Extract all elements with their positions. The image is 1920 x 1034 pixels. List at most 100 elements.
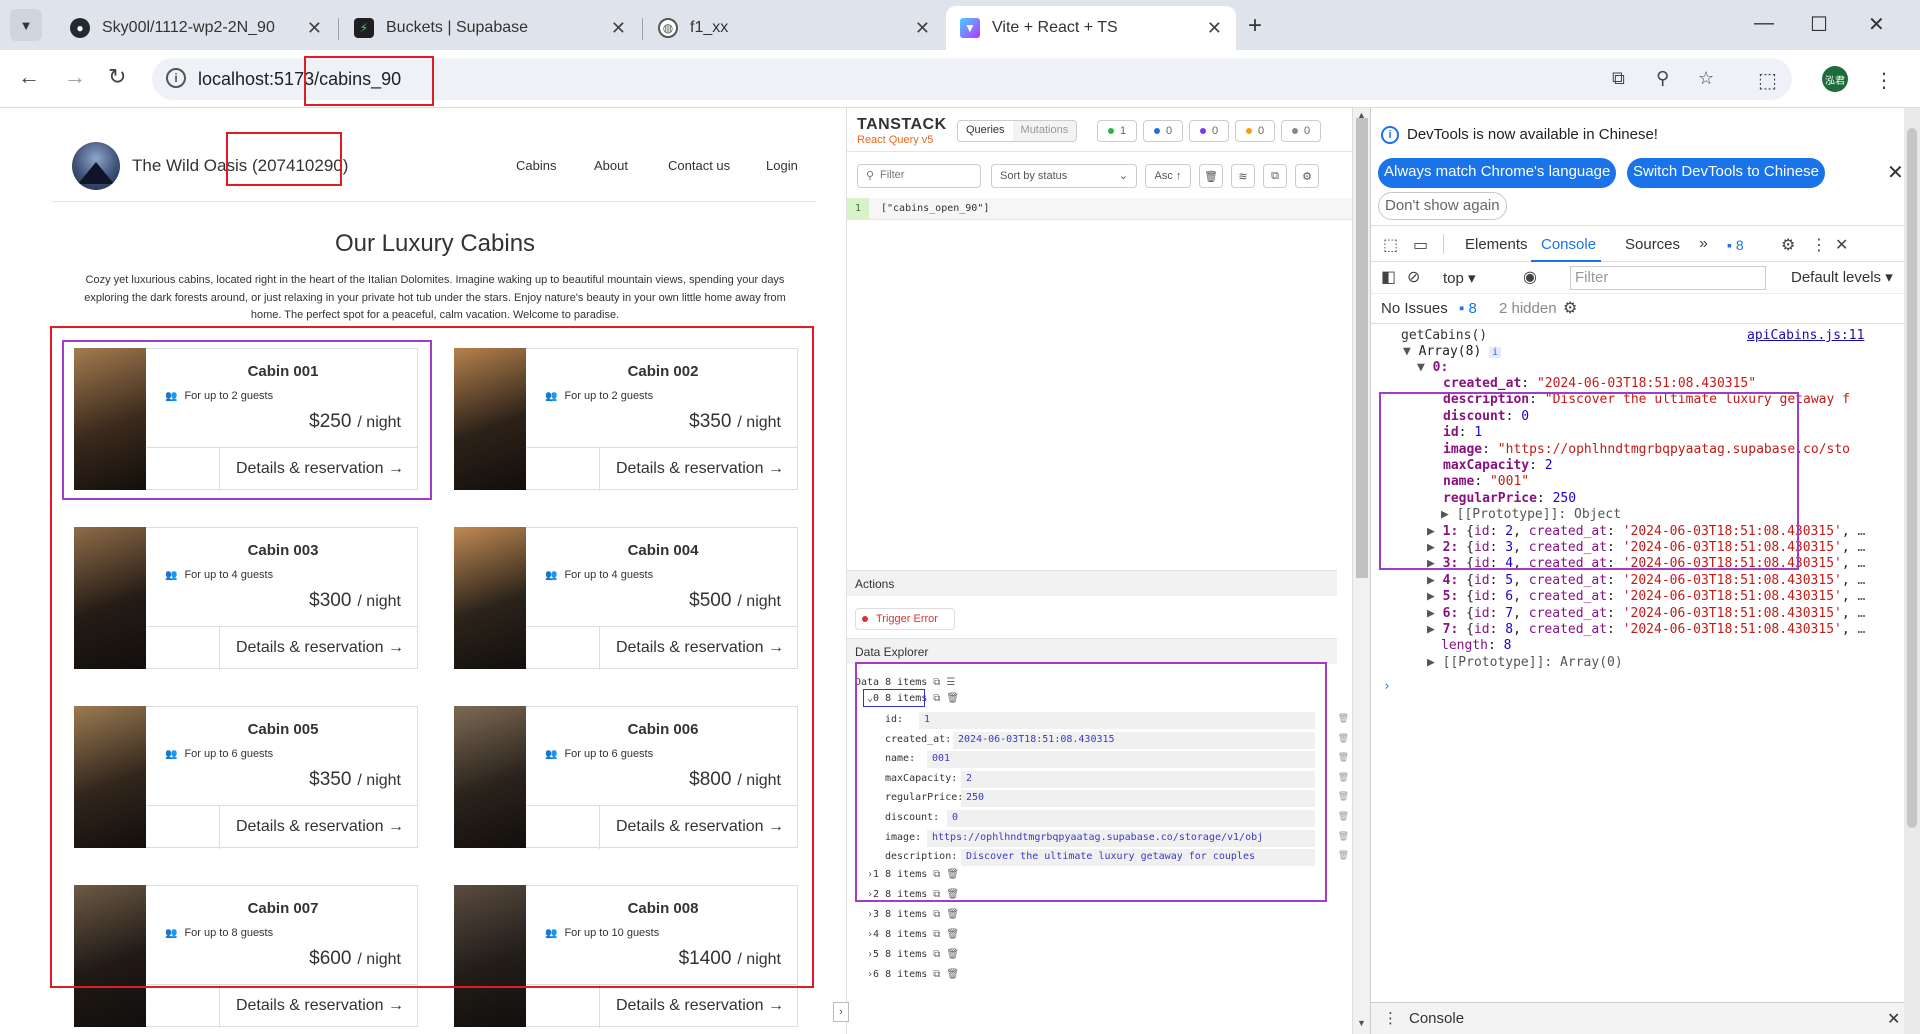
array-item-row[interactable]: ▶ 6: {id: 7, created_at: '2024-06-03T18:… [1427,606,1865,621]
more-options-icon[interactable]: ⋮ [1811,235,1827,255]
trash-icon[interactable]: 🗑 [1338,851,1349,861]
array-header[interactable]: ▼ Array(8) i [1403,344,1502,359]
wifi-icon[interactable]: ≋ [1231,164,1255,188]
array-item-row[interactable]: ▶ 7: {id: 8, created_at: '2024-06-03T18:… [1427,622,1865,637]
console-prompt[interactable]: › [1383,679,1391,694]
trash-icon[interactable]: 🗑 [1338,792,1349,802]
new-tab-button[interactable]: + [1248,12,1262,40]
translate-icon[interactable]: ⧉ [1612,68,1625,89]
copy-icon[interactable]: ⧉ [933,949,940,960]
minimize-icon[interactable]: — [1754,12,1774,35]
copy-icon[interactable]: ⧉ [933,929,940,940]
nav-contact[interactable]: Contact us [668,158,730,173]
extensions-icon[interactable]: ⬚ [1758,68,1777,93]
data-item-row[interactable]: › 5 8 items ⧉ 🗑 [867,947,959,963]
trash-icon[interactable]: 🗑 [946,909,959,920]
rq-query-row[interactable]: 1 ["cabins_open_90"] [847,198,1352,220]
array-item-row[interactable]: ▶ 5: {id: 6, created_at: '2024-06-03T18:… [1427,589,1865,604]
rq-scrollbar[interactable]: ▲ ▼ [1352,108,1370,1034]
forward-icon[interactable]: → [64,64,86,90]
rq-sort-select[interactable]: Sort by status ⌄ [991,164,1137,188]
trash-icon[interactable]: 🗑 [1199,164,1223,188]
console-filter-input[interactable]: Filter [1570,266,1766,290]
sidebar-toggle-icon[interactable]: ◧ [1381,267,1396,287]
nav-login[interactable]: Login [766,158,798,173]
tab-search-button[interactable]: ▼ [10,9,42,41]
nav-about[interactable]: About [594,158,628,173]
tab-supabase[interactable]: ⚡ Buckets | Supabase ✕ [340,6,640,50]
tab-queries[interactable]: Queries [958,121,1013,141]
tab-mutations[interactable]: Mutations [1012,121,1077,141]
scroll-thumb[interactable] [1356,118,1368,578]
data-item-row[interactable]: › 3 8 items ⧉ 🗑 [867,907,959,923]
details-reservation-link[interactable]: Details & reservation → [616,997,784,1015]
devtools-scrollbar[interactable] [1904,108,1920,1034]
tab-console[interactable]: Console [1541,236,1596,253]
trigger-error-button[interactable]: Trigger Error [855,608,955,630]
tab-elements[interactable]: Elements [1465,236,1528,253]
match-language-button[interactable]: Always match Chrome's language [1378,158,1617,188]
tab-f1[interactable]: ◍ f1_xx ✕ [644,6,944,50]
switch-chinese-button[interactable]: Switch DevTools to Chinese [1627,158,1825,188]
settings-icon[interactable]: ⚙ [1295,164,1319,188]
trash-icon[interactable]: 🗑 [1338,832,1349,842]
data-item-row[interactable]: › 6 8 items ⧉ 🗑 [867,967,959,983]
close-icon[interactable]: ✕ [915,18,930,39]
trash-icon[interactable]: 🗑 [946,929,959,940]
window-close-icon[interactable]: ✕ [1868,12,1885,37]
copy-icon[interactable]: ⧉ [933,909,940,920]
eye-icon[interactable]: ◉ [1523,267,1537,287]
close-icon[interactable]: ✕ [307,18,322,39]
device-toolbar-icon[interactable]: ▭ [1413,235,1428,255]
rq-order-button[interactable]: Asc ↑ [1145,164,1191,188]
tab-sources[interactable]: Sources [1625,236,1680,253]
reload-icon[interactable]: ↻ [108,64,126,90]
context-select[interactable]: top ▾ [1443,269,1476,287]
menu-icon[interactable]: ⋮ [1874,68,1894,93]
site-info-icon[interactable]: i [166,68,186,88]
index-0-header[interactable]: ▼ 0: [1417,360,1448,375]
settings-icon[interactable]: ⚙ [1781,235,1795,255]
trash-icon[interactable]: 🗑 [946,949,959,960]
trash-icon[interactable]: 🗑 [1338,714,1349,724]
tab-github[interactable]: ● Sky00l/1112-wp2-2N_90 ✕ [56,6,336,50]
drawer-menu-icon[interactable]: ⋮ [1383,1009,1398,1027]
more-tabs-icon[interactable]: » [1699,235,1708,253]
copy-icon[interactable]: ⧉ [933,969,940,980]
settings-icon[interactable]: ⚙ [1563,298,1577,318]
bookmark-star-icon[interactable]: ☆ [1698,68,1714,89]
tab-vite[interactable]: ▼ Vite + React + TS ✕ [946,6,1236,50]
close-devtools-icon[interactable]: ✕ [1835,235,1848,255]
nav-cabins[interactable]: Cabins [516,158,556,173]
prototype-row[interactable]: ▶ [[Prototype]]: Array(0) [1427,655,1623,670]
maximize-icon[interactable]: ☐ [1810,12,1828,37]
close-icon[interactable]: ✕ [1887,160,1904,185]
trash-icon[interactable]: 🗑 [1338,773,1349,783]
drawer-console-tab[interactable]: Console [1409,1010,1464,1027]
drawer-close-icon[interactable]: ✕ [1887,1009,1900,1029]
dont-show-button[interactable]: Don't show again [1378,192,1507,220]
zoom-icon[interactable]: ⚲ [1656,68,1669,89]
close-icon[interactable]: ✕ [611,18,626,39]
details-reservation-link[interactable]: Details & reservation → [236,997,404,1015]
trash-icon[interactable]: 🗑 [946,969,959,980]
back-icon[interactable]: ← [18,64,40,90]
trash-icon[interactable]: 🗑 [1338,812,1349,822]
messages-badge[interactable]: ▪ 8 [1727,237,1744,253]
scroll-thumb[interactable] [1907,128,1917,828]
site-logo[interactable] [72,142,120,190]
data-item-row[interactable]: › 4 8 items ⧉ 🗑 [867,927,959,943]
inspect-icon[interactable]: ⬚ [1383,235,1398,255]
scroll-down-icon[interactable]: ▼ [1357,1018,1366,1028]
rq-filter-input[interactable]: ⚲ Filter [857,164,981,188]
trash-icon[interactable]: 🗑 [1338,753,1349,763]
collapse-panel-icon[interactable]: › [833,1002,849,1022]
log-source-link[interactable]: apiCabins.js:11 [1747,328,1864,343]
array-item-row[interactable]: ▶ 4: {id: 5, created_at: '2024-06-03T18:… [1427,573,1865,588]
close-icon[interactable]: ✕ [1207,18,1222,39]
clear-console-icon[interactable]: ⊘ [1407,267,1420,287]
log-levels-select[interactable]: Default levels ▾ [1791,268,1893,286]
popout-icon[interactable]: ⧉ [1263,164,1287,188]
avatar[interactable]: 泓君 [1822,66,1848,92]
issues-count[interactable]: ▪ 8 [1459,300,1477,317]
